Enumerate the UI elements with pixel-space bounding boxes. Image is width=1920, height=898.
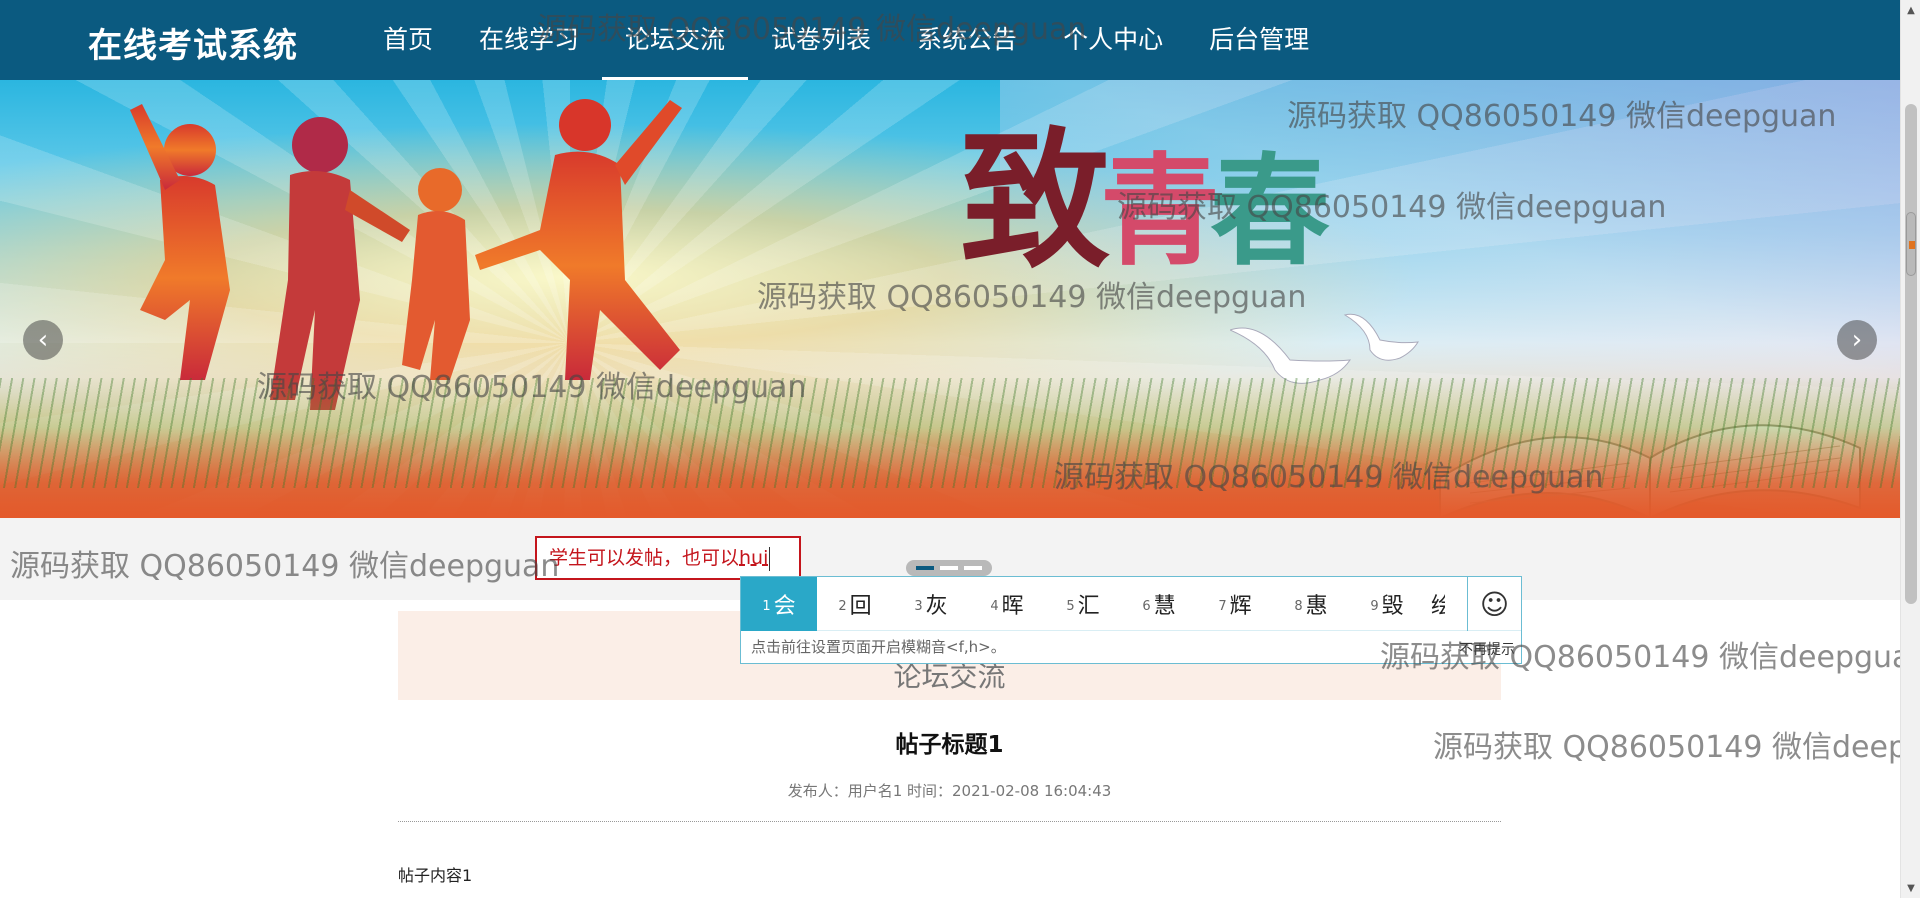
ime-candidate-list: 1会 2回 3灰 4晖 5汇 6慧 7辉 8惠 9毁 绘 — [741, 576, 1521, 631]
ime-candidate-6[interactable]: 6慧 — [1121, 577, 1197, 631]
nav-item-home[interactable]: 首页 — [360, 0, 456, 80]
post-body: 帖子内容1 — [398, 866, 473, 885]
ime-candidate-8[interactable]: 8惠 — [1273, 577, 1349, 631]
ime-emoji-button[interactable]: ☺ — [1467, 577, 1521, 631]
ime-candidate-9[interactable]: 9毁 — [1349, 577, 1425, 631]
grass-blades — [0, 378, 1900, 488]
smiley-icon: ☺ — [1479, 587, 1510, 621]
chevron-right-icon: › — [1851, 325, 1863, 355]
carousel-dot-3[interactable] — [964, 566, 982, 570]
nav-item-forum[interactable]: 论坛交流 — [602, 0, 749, 80]
top-navbar: 在线考试系统 首页 在线学习 论坛交流 试卷列表 系统公告 个人中心 后台管理 — [0, 0, 1900, 80]
banner-title-char-3: 春 — [1210, 141, 1330, 282]
watermark-text: 源码获取 QQ86050149 微信deepgu — [1433, 730, 1920, 765]
ime-dismiss-hint-button[interactable]: 不再提示 — [1459, 639, 1515, 659]
nav-item-online-learning[interactable]: 在线学习 — [456, 0, 602, 80]
banner-title-art: 致青春 — [960, 80, 1330, 297]
banner-carousel: 致青春 ‹ › — [0, 80, 1900, 518]
post-title: 帖子标题1 — [895, 732, 1004, 758]
ime-candidate-7[interactable]: 7辉 — [1197, 577, 1273, 631]
scrollbar-position-marker[interactable] — [1906, 212, 1916, 276]
nav-item-announcements[interactable]: 系统公告 — [894, 0, 1040, 80]
carousel-prev-button[interactable]: ‹ — [23, 320, 63, 360]
content-divider — [398, 821, 1501, 822]
ime-candidate-4[interactable]: 4晖 — [969, 577, 1045, 631]
carousel-indicators — [906, 560, 992, 576]
ime-candidate-10[interactable]: 绘 — [1425, 577, 1445, 631]
page-scrollbar[interactable]: ▲ ▼ — [1900, 0, 1920, 898]
text-caret — [769, 546, 771, 571]
carousel-next-button[interactable]: › — [1837, 320, 1877, 360]
nav-menu: 首页 在线学习 论坛交流 试卷列表 系统公告 个人中心 后台管理 — [360, 0, 1332, 80]
scrollbar-thumb[interactable] — [1905, 104, 1917, 604]
nav-item-exam-list[interactable]: 试卷列表 — [748, 0, 894, 80]
carousel-dot-1[interactable] — [916, 566, 934, 570]
scroll-down-arrow-icon[interactable]: ▼ — [1901, 878, 1920, 898]
nav-item-personal-center[interactable]: 个人中心 — [1040, 0, 1186, 80]
ime-candidate-1[interactable]: 1会 — [741, 576, 817, 631]
nav-item-admin[interactable]: 后台管理 — [1186, 0, 1332, 80]
carousel-dot-2[interactable] — [940, 566, 958, 570]
ime-candidate-3[interactable]: 3灰 — [893, 577, 969, 631]
input-pinyin-composition: hui — [739, 547, 769, 569]
text-input-composing[interactable]: 学生可以发帖，也可以hui — [535, 536, 801, 580]
ime-candidate-5[interactable]: 5汇 — [1045, 577, 1121, 631]
site-brand[interactable]: 在线考试系统 — [88, 18, 298, 67]
input-committed-text: 学生可以发帖，也可以 — [549, 547, 740, 569]
banner-title-char-1: 致 — [960, 113, 1110, 289]
ime-candidate-window: 1会 2回 3灰 4晖 5汇 6慧 7辉 8惠 9毁 绘 ☺ 点击前往设置页面开… — [740, 576, 1522, 664]
banner-title-char-2: 青 — [1100, 141, 1220, 282]
ime-candidate-2[interactable]: 2回 — [817, 577, 893, 631]
post-meta: 发布人：用户名1 时间：2021-02-08 16:04:43 — [787, 782, 1112, 800]
chevron-left-icon: ‹ — [37, 325, 49, 355]
scroll-up-arrow-icon[interactable]: ▲ — [1901, 0, 1920, 20]
ime-fuzzy-hint[interactable]: 点击前往设置页面开启模糊音<f,h>。 — [741, 631, 1521, 663]
